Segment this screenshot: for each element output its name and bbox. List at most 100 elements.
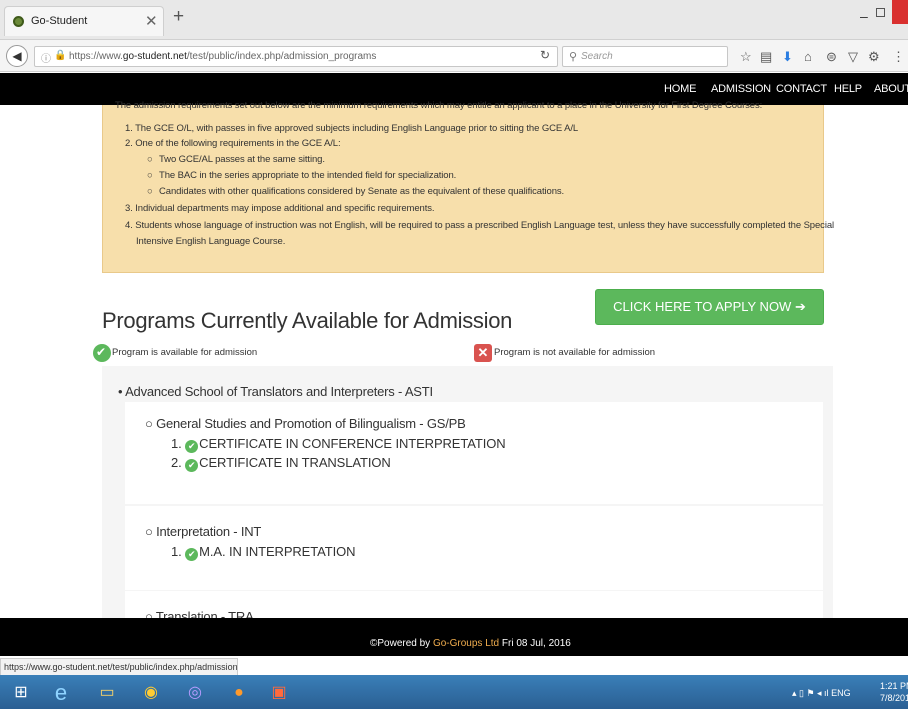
favicon-icon bbox=[13, 16, 24, 27]
pocket-icon[interactable]: ▽ bbox=[848, 49, 858, 65]
lock-icon: 🔒 bbox=[54, 50, 67, 61]
sign-in-icon: ➔ bbox=[794, 299, 806, 314]
url-text: https://www.go-student.net/test/public/i… bbox=[69, 51, 376, 62]
windows-start-icon[interactable]: ⊞ bbox=[4, 679, 38, 707]
download-icon[interactable]: ⬇ bbox=[782, 49, 793, 65]
info-icon[interactable]: ⓘ bbox=[41, 50, 51, 65]
bullet: • bbox=[118, 384, 123, 399]
site-footer: ©Powered by Go-Groups Ltd Fri 08 Jul, 20… bbox=[0, 618, 908, 656]
firefox-icon[interactable]: ● bbox=[222, 679, 256, 707]
program-item[interactable]: 2. ✔ CERTIFICATE IN TRANSLATION bbox=[171, 455, 391, 472]
school-name: Advanced School of Translators and Inter… bbox=[125, 384, 433, 399]
nav-admission[interactable]: ADMISSION bbox=[711, 83, 771, 95]
department-name-text: Translation - TRA bbox=[155, 609, 254, 618]
department-name-text: General Studies and Promotion of Bilingu… bbox=[156, 416, 466, 431]
check-circle-icon: ✔ bbox=[185, 459, 199, 472]
check-circle-icon: ✔ bbox=[185, 548, 199, 561]
department-card: ○ General Studies and Promotion of Bilin… bbox=[125, 402, 823, 504]
url-prefix: https://www. bbox=[69, 51, 123, 62]
chrome-icon[interactable]: ◉ bbox=[134, 679, 168, 707]
reading-list-icon[interactable]: ▤ bbox=[760, 49, 772, 65]
new-tab-button[interactable]: + bbox=[173, 6, 184, 28]
program-item[interactable]: 1. ✔ M.A. IN INTERPRETATION bbox=[171, 544, 355, 561]
menu-icon[interactable]: ⋮ bbox=[892, 49, 905, 65]
requirement-2c-bullet: ○ bbox=[147, 186, 153, 197]
url-path: /test/public/index.php/admission_program… bbox=[186, 51, 377, 62]
program-name: M.A. IN INTERPRETATION bbox=[199, 544, 356, 559]
program-number: 1. bbox=[171, 436, 182, 451]
browser-tab[interactable]: Go-Student ✕ bbox=[4, 6, 164, 36]
requirement-2a-bullet: ○ bbox=[147, 154, 153, 165]
language-indicator[interactable]: ENG bbox=[831, 688, 851, 698]
footer-company-link[interactable]: Go-Groups Ltd bbox=[433, 638, 499, 649]
department-name: ○ Interpretation - INT bbox=[145, 524, 262, 539]
nav-help[interactable]: HELP bbox=[834, 83, 862, 95]
program-name: CERTIFICATE IN CONFERENCE INTERPRETATION bbox=[199, 436, 506, 451]
clock-time: 1:21 PM bbox=[880, 681, 908, 691]
powerpoint-icon[interactable]: ▣ bbox=[262, 679, 296, 707]
requirement-2: 2. One of the following requirements in … bbox=[125, 138, 341, 149]
requirement-4-cont: Intensive English Language Course. bbox=[136, 236, 286, 247]
clock[interactable]: 1:21 PM 7/8/2016 bbox=[880, 680, 908, 704]
tab-title: Go-Student bbox=[31, 15, 88, 27]
footer-powered: ©Powered by bbox=[370, 638, 433, 649]
programs-list: • Advanced School of Translators and Int… bbox=[102, 366, 833, 618]
internet-explorer-icon[interactable]: e bbox=[44, 679, 78, 707]
screen: Go-Student ✕ + – ◀ ⓘ 🔒 https://www.go-st… bbox=[0, 0, 908, 709]
footer-text: ©Powered by Go-Groups Ltd Fri 08 Jul, 20… bbox=[370, 638, 571, 649]
windows-taskbar: ⊞ e ▭ ◉ ◎ ● ▣ ▴ ▯ ⚑ ◂ ıl ENG 1:21 PM 7/8/… bbox=[0, 675, 908, 709]
reload-icon[interactable]: ↻ bbox=[540, 48, 550, 62]
requirement-2c: Candidates with other qualifications con… bbox=[159, 186, 565, 197]
system-tray: ▴ ▯ ⚑ ◂ ıl ENG bbox=[792, 688, 851, 698]
minimize-icon[interactable]: – bbox=[860, 8, 868, 24]
legend-unavailable: Program is not available for admission bbox=[494, 347, 656, 358]
back-arrow-icon[interactable]: ◀ bbox=[6, 45, 28, 67]
nav-contact[interactable]: CONTACT bbox=[776, 83, 827, 95]
requirement-2b-bullet: ○ bbox=[147, 170, 153, 181]
status-bar-url: https://www.go-student.net/test/public/i… bbox=[0, 658, 238, 676]
program-name: CERTIFICATE IN TRANSLATION bbox=[199, 455, 391, 470]
nav-about[interactable]: ABOUT bbox=[874, 83, 908, 95]
department-name: ○ Translation - TRA bbox=[145, 609, 254, 618]
requirement-3: 3. Individual departments may impose add… bbox=[125, 203, 435, 214]
x-square-icon: ✕ bbox=[474, 344, 492, 362]
department-name: ○ General Studies and Promotion of Bilin… bbox=[145, 416, 466, 431]
requirement-1: 1. The GCE O/L, with passes in five appr… bbox=[125, 123, 579, 134]
department-name-text: Interpretation - INT bbox=[156, 524, 262, 539]
maximize-icon[interactable] bbox=[876, 8, 885, 17]
sync-icon[interactable]: ⊜ bbox=[826, 49, 837, 65]
search-placeholder: Search bbox=[581, 51, 613, 62]
search-icon: ⚲ bbox=[569, 51, 578, 63]
program-number: 2. bbox=[171, 455, 182, 470]
browser-toolbar: ◀ ⓘ 🔒 https://www.go-student.net/test/pu… bbox=[0, 40, 908, 72]
department-card: ○ Interpretation - INT 1. ✔ M.A. IN INTER… bbox=[125, 506, 823, 590]
close-window-icon[interactable] bbox=[892, 0, 908, 24]
program-item[interactable]: 1. ✔ CERTIFICATE IN CONFERENCE INTERPRETA… bbox=[171, 436, 506, 453]
url-domain: go-student.net bbox=[122, 51, 187, 62]
apply-now-button[interactable]: CLICK HERE TO APPLY NOW ➔ bbox=[595, 289, 824, 325]
department-card: ○ Translation - TRA bbox=[125, 591, 823, 618]
home-icon[interactable]: ⌂ bbox=[804, 49, 812, 64]
requirement-2b: The BAC in the series appropriate to the… bbox=[159, 170, 457, 181]
check-circle-icon bbox=[93, 344, 111, 362]
requirements-panel: The admission requirements set out below… bbox=[102, 100, 834, 273]
clock-date: 7/8/2016 bbox=[880, 693, 908, 703]
nav-home[interactable]: HOME bbox=[664, 83, 696, 95]
address-bar[interactable]: ⓘ 🔒 https://www.go-student.net/test/publ… bbox=[34, 46, 558, 67]
bookmark-star-icon[interactable]: ☆ bbox=[740, 49, 752, 65]
close-tab-icon[interactable]: ✕ bbox=[145, 12, 158, 30]
check-circle-icon: ✔ bbox=[185, 440, 199, 453]
settings-gear-icon[interactable]: ⚙ bbox=[868, 49, 880, 65]
requirement-2a: Two GCE/AL passes at the same sitting. bbox=[159, 154, 325, 165]
footer-date: Fri 08 Jul, 2016 bbox=[499, 638, 571, 649]
program-number: 1. bbox=[171, 544, 182, 559]
legend-available: Program is available for admission bbox=[112, 347, 258, 358]
requirement-4: 4. Students whose language of instructio… bbox=[125, 220, 835, 231]
apply-now-label: CLICK HERE TO APPLY NOW bbox=[613, 299, 792, 314]
school-item: • Advanced School of Translators and Int… bbox=[118, 384, 433, 399]
file-explorer-icon[interactable]: ▭ bbox=[90, 679, 124, 707]
browser-tab-strip: Go-Student ✕ + – bbox=[0, 0, 908, 40]
viber-icon[interactable]: ◎ bbox=[178, 679, 212, 707]
search-input[interactable]: ⚲ Search bbox=[562, 46, 728, 67]
page-title: Programs Currently Available for Admissi… bbox=[102, 308, 513, 333]
